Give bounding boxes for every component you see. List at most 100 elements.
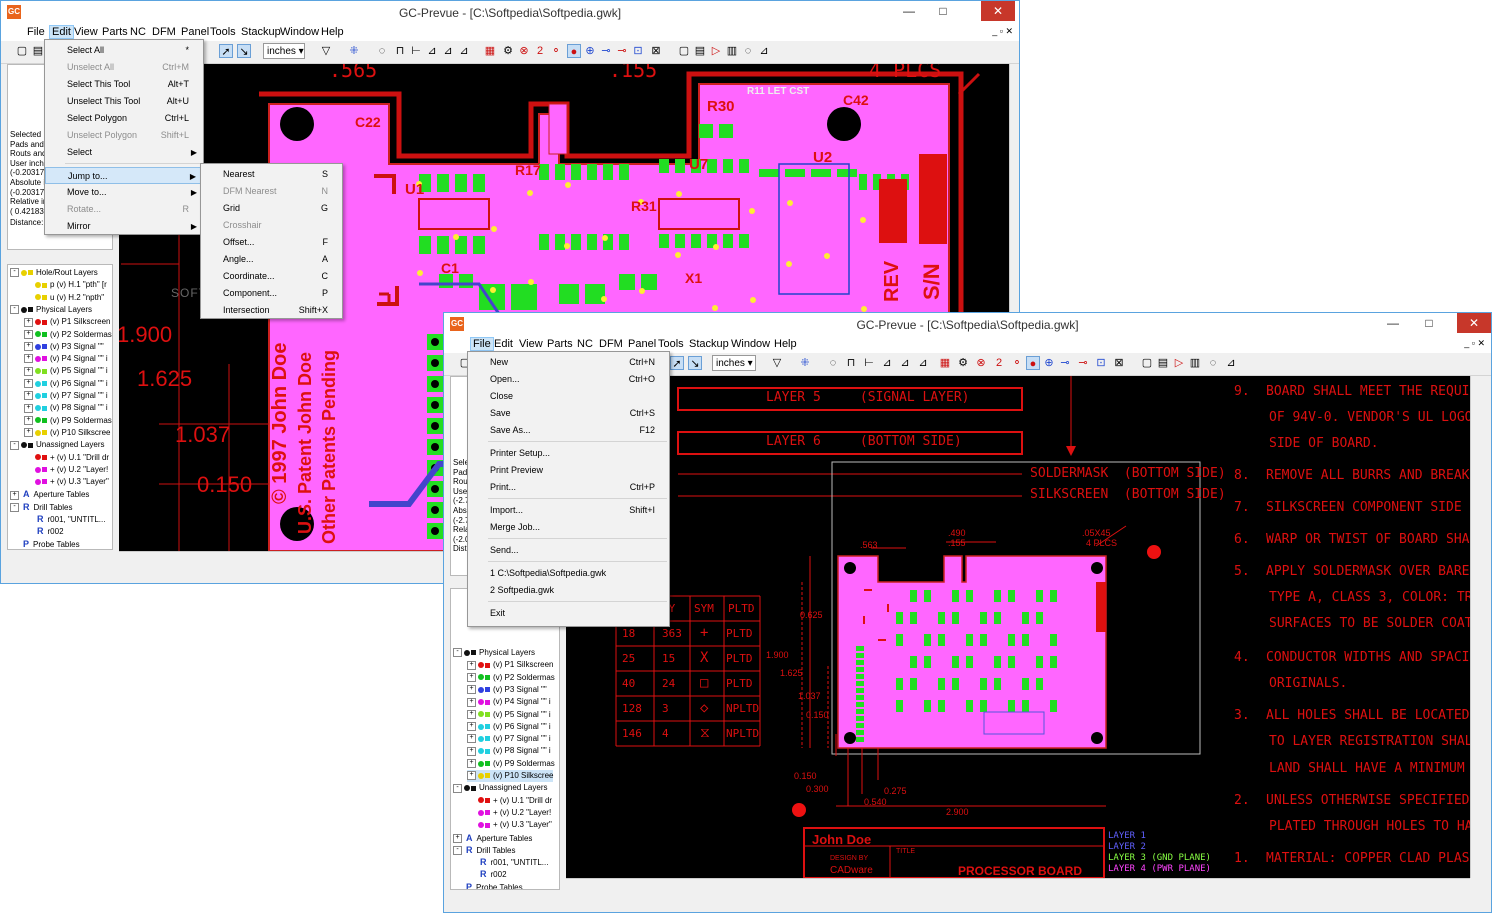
menu-item-intersection[interactable]: Intersection Shift+X bbox=[201, 302, 342, 319]
collapse-icon[interactable]: - bbox=[10, 305, 19, 315]
net-a-icon[interactable]: ⊗ bbox=[517, 44, 531, 58]
menu-item-close[interactable]: Close bbox=[468, 388, 669, 405]
menu-item-exit[interactable]: Exit bbox=[468, 605, 669, 622]
export-icon[interactable]: ▤ bbox=[693, 44, 707, 58]
collapse-icon[interactable]: - bbox=[453, 648, 462, 658]
menu-item-rotate[interactable]: Rotate... R bbox=[45, 201, 203, 218]
tree-item[interactable]: + (v) P4 Signal "" i bbox=[467, 696, 551, 708]
menu-tools[interactable]: Tools bbox=[658, 338, 684, 350]
expand-icon[interactable]: + bbox=[467, 672, 476, 682]
menu-item-jump-to[interactable]: Jump to... ▶ bbox=[45, 167, 203, 184]
tree-item[interactable]: Rr001, "UNTITL... bbox=[467, 856, 548, 868]
tree-item[interactable]: + A Aperture Tables bbox=[453, 832, 532, 844]
menu-item-send[interactable]: Send... bbox=[468, 542, 669, 559]
tool-a-icon[interactable]: ⊓ bbox=[393, 44, 407, 58]
minimize-icon[interactable]: — bbox=[1379, 313, 1407, 333]
expand-icon[interactable]: + bbox=[467, 660, 476, 670]
open-folder-icon[interactable]: ▤ bbox=[31, 44, 45, 58]
menu-item-select-this-tool[interactable]: Select This Tool Alt+T bbox=[45, 76, 203, 93]
tree-item[interactable]: p (v) H.1 "pth" [r bbox=[24, 279, 107, 291]
tree-item[interactable]: + (v) P1 Silkscreen bbox=[467, 659, 553, 671]
expand-icon[interactable]: + bbox=[467, 685, 476, 695]
menu-item-angle[interactable]: Angle... A bbox=[201, 251, 342, 268]
collapse-icon[interactable]: - bbox=[453, 783, 462, 793]
expand-icon[interactable]: + bbox=[467, 771, 476, 781]
measure-c-icon[interactable]: ⊿ bbox=[916, 356, 930, 370]
collapse-icon[interactable]: - bbox=[453, 846, 462, 856]
expand-icon[interactable]: + bbox=[453, 833, 462, 843]
menu-item-component[interactable]: Component... P bbox=[201, 285, 342, 302]
menu-item-merge-job[interactable]: Merge Job... bbox=[468, 519, 669, 536]
expand-icon[interactable]: + bbox=[24, 428, 33, 438]
new-file-icon[interactable]: ▢ bbox=[15, 44, 29, 58]
tree-item[interactable]: + (v) U.1 "Drill dr bbox=[24, 452, 109, 464]
tree-item[interactable]: Rr002 bbox=[24, 525, 64, 537]
rotate-icon[interactable]: ◌ bbox=[741, 44, 755, 58]
expand-icon[interactable]: + bbox=[467, 759, 476, 769]
tree-item[interactable]: u (v) H.2 "npth" bbox=[24, 292, 104, 304]
select-tool-icon[interactable]: ➚ bbox=[219, 44, 233, 58]
query-icon[interactable]: ⁜ bbox=[347, 44, 361, 58]
expand-icon[interactable]: + bbox=[467, 746, 476, 756]
tree-item[interactable]: + (v) P6 Signal "" i bbox=[467, 721, 551, 733]
units-select[interactable]: inches ▾ bbox=[712, 355, 756, 371]
menu-item-print-preview[interactable]: Print Preview bbox=[468, 462, 669, 479]
menu-item-1-c-softpedia-softpedia-gwk[interactable]: 1 C:\Softpedia\Softpedia.gwk bbox=[468, 565, 669, 582]
pointer-tool-icon[interactable]: ↘ bbox=[237, 44, 251, 58]
menu-item-save[interactable]: Save Ctrl+S bbox=[468, 405, 669, 422]
collapse-icon[interactable]: - bbox=[10, 268, 19, 278]
tree-item[interactable]: - Hole/Rout Layers bbox=[10, 267, 98, 279]
measure-a-icon[interactable]: ⊿ bbox=[425, 44, 439, 58]
menu-item-move-to[interactable]: Move to... ▶ bbox=[45, 184, 203, 201]
menu-parts[interactable]: Parts bbox=[547, 338, 573, 350]
measure-b-icon[interactable]: ⊿ bbox=[441, 44, 455, 58]
tree-item[interactable]: + (v) P10 Silkscree bbox=[24, 427, 110, 439]
tree-item[interactable]: + (v) P2 Soldermas bbox=[24, 329, 112, 341]
tree-item[interactable]: + (v) P9 Soldermas bbox=[24, 415, 112, 427]
tree-item[interactable]: + (v) P7 Signal "" i bbox=[24, 390, 108, 402]
tree-item[interactable]: + (v) U.3 "Layer" bbox=[24, 476, 109, 488]
tree-item[interactable]: - Unassigned Layers bbox=[10, 439, 104, 451]
expand-icon[interactable]: + bbox=[24, 317, 33, 327]
net-a-icon[interactable]: ⊗ bbox=[974, 356, 988, 370]
layer-d-icon[interactable]: ⊡ bbox=[631, 44, 645, 58]
drc-icon[interactable]: ▦ bbox=[938, 356, 952, 370]
tree-item[interactable]: - Physical Layers bbox=[10, 304, 92, 316]
menu-dfm[interactable]: DFM bbox=[152, 26, 176, 38]
front-vscroll[interactable] bbox=[1470, 376, 1485, 878]
layer-a-icon[interactable]: ⊕ bbox=[583, 44, 597, 58]
tree-item[interactable]: + (v) P2 Soldermas bbox=[467, 672, 555, 684]
tree-item[interactable]: + (v) P1 Silkscreen bbox=[24, 316, 110, 328]
page-icon[interactable]: ▢ bbox=[677, 44, 691, 58]
tree-item[interactable]: - R Drill Tables bbox=[10, 501, 72, 513]
expand-icon[interactable]: + bbox=[24, 379, 33, 389]
gear-icon[interactable]: ⚙ bbox=[501, 44, 515, 58]
zoom-in-icon[interactable]: ◌ bbox=[826, 356, 840, 370]
drc-icon[interactable]: ▦ bbox=[483, 44, 497, 58]
tree-item[interactable]: Rr001, "UNTITL... bbox=[24, 513, 105, 525]
net-c-icon[interactable]: ⚬ bbox=[1010, 356, 1024, 370]
tree-item[interactable]: + (v) P7 Signal "" i bbox=[467, 733, 551, 745]
tree-item[interactable]: + (v) P9 Soldermas bbox=[467, 758, 555, 770]
tree-item[interactable]: + (v) U.2 "Layer! bbox=[24, 464, 108, 476]
layer-c-icon[interactable]: ⊸ bbox=[1076, 356, 1090, 370]
tree-item[interactable]: P Probe Tables bbox=[10, 538, 80, 549]
panel-icon[interactable]: ▥ bbox=[1188, 356, 1202, 370]
tree-item[interactable]: + (v) U.1 "Drill dr bbox=[467, 795, 552, 807]
tree-item[interactable]: + (v) P8 Signal "" i bbox=[24, 402, 108, 414]
mdi-controls[interactable]: _ ▫ ✕ bbox=[992, 26, 1013, 37]
tool-b-icon[interactable]: ⊢ bbox=[862, 356, 876, 370]
front-cad-canvas[interactable]: LAYER 5 (SIGNAL LAYER) LAYER 6 (BOTTOM S… bbox=[566, 376, 1470, 878]
measure-c-icon[interactable]: ⊿ bbox=[457, 44, 471, 58]
tree-item[interactable]: + A Aperture Tables bbox=[10, 488, 89, 500]
menu-item-new[interactable]: New Ctrl+N bbox=[468, 354, 669, 371]
menu-window[interactable]: Window bbox=[280, 26, 319, 38]
layer-d-icon[interactable]: ⊡ bbox=[1094, 356, 1108, 370]
import-icon[interactable]: ▷ bbox=[709, 44, 723, 58]
tree-item[interactable]: P Probe Tables bbox=[453, 881, 523, 889]
net-b-icon[interactable]: 2 bbox=[992, 356, 1006, 370]
tree-item[interactable]: + (v) U.3 "Layer" bbox=[467, 819, 552, 831]
net-c-icon[interactable]: ⚬ bbox=[549, 44, 563, 58]
menu-item-open[interactable]: Open... Ctrl+O bbox=[468, 371, 669, 388]
menu-item-offset[interactable]: Offset... F bbox=[201, 234, 342, 251]
